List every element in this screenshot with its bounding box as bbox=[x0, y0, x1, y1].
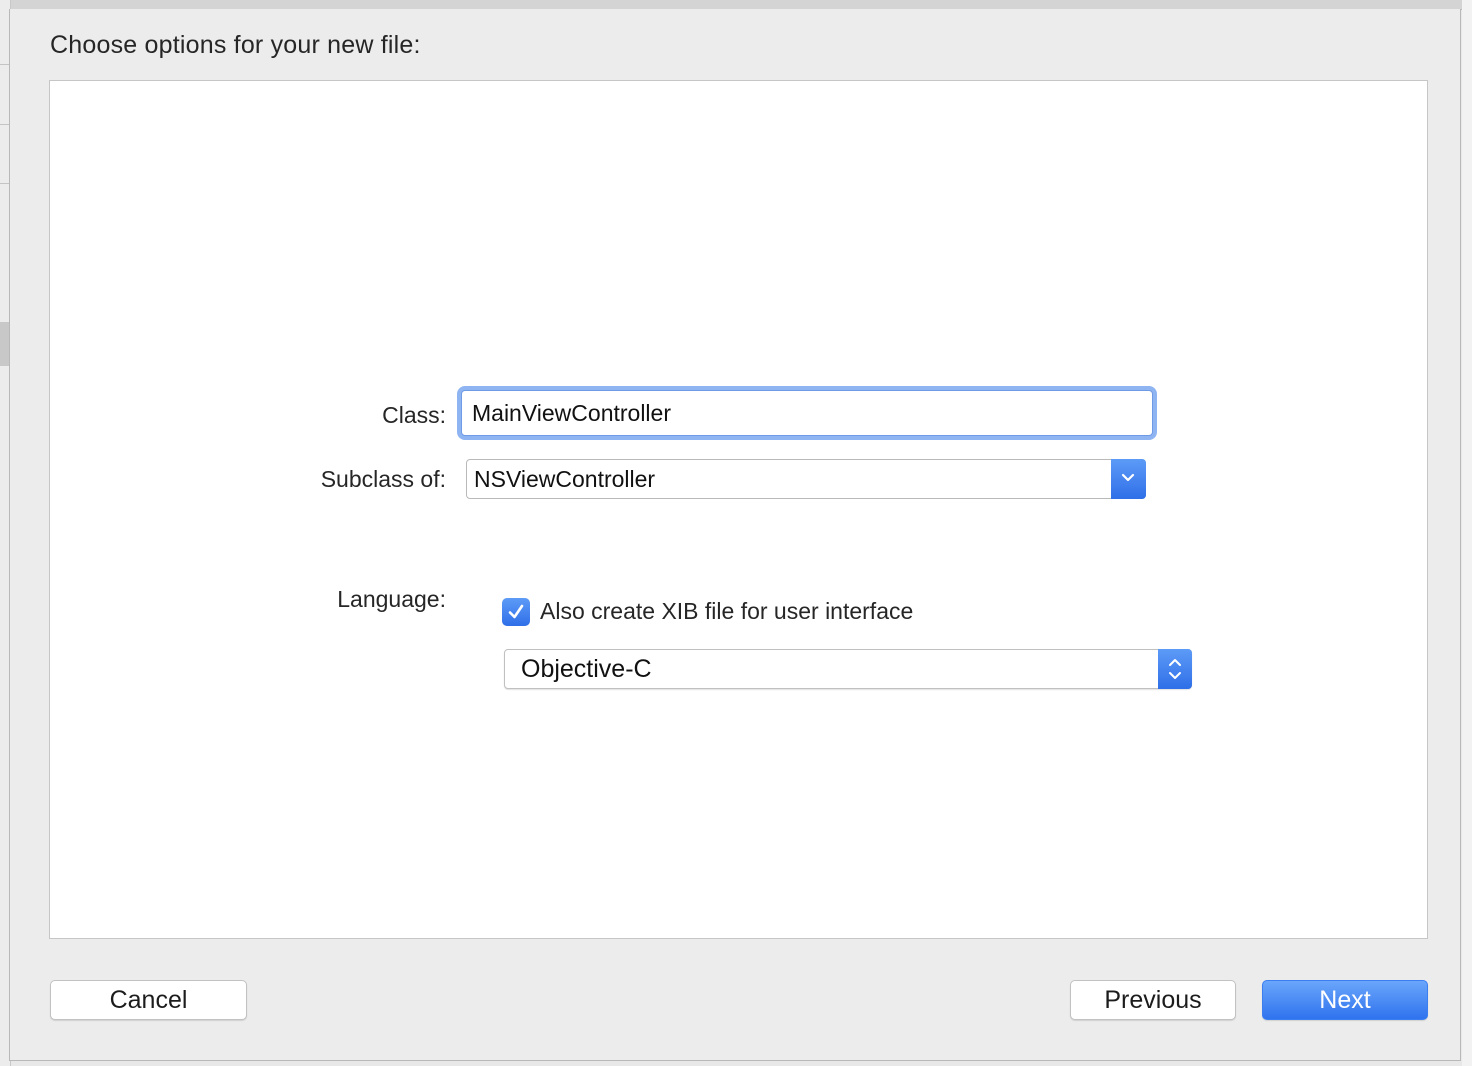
class-input[interactable] bbox=[462, 391, 1152, 435]
language-label: Language: bbox=[337, 586, 446, 612]
subclass-combo-box[interactable]: NSViewController bbox=[466, 459, 1146, 499]
options-panel: Class: Subclass of: NSViewController Als… bbox=[49, 80, 1428, 939]
language-popup-button[interactable] bbox=[1158, 649, 1192, 689]
language-popup[interactable]: Objective-C bbox=[504, 649, 1192, 689]
new-file-options-sheet: Choose options for your new file: Class:… bbox=[9, 9, 1461, 1061]
language-value[interactable]: Objective-C bbox=[521, 655, 652, 684]
chevron-down-icon bbox=[1121, 473, 1135, 482]
previous-button[interactable]: Previous bbox=[1070, 980, 1236, 1020]
cancel-button[interactable]: Cancel bbox=[50, 980, 247, 1020]
class-field[interactable] bbox=[461, 390, 1153, 436]
up-down-chevron-icon bbox=[1169, 659, 1181, 679]
background-selection bbox=[0, 322, 9, 366]
checkmark-icon bbox=[508, 604, 524, 619]
next-button[interactable]: Next bbox=[1262, 980, 1428, 1020]
xib-checkbox[interactable] bbox=[502, 598, 530, 626]
subclass-dropdown-button[interactable] bbox=[1111, 459, 1146, 499]
dialog-title: Choose options for your new file: bbox=[50, 31, 421, 59]
subclass-value[interactable]: NSViewController bbox=[474, 466, 655, 493]
background-right-pane bbox=[1462, 0, 1472, 1066]
xib-checkbox-label[interactable]: Also create XIB file for user interface bbox=[540, 598, 913, 625]
class-label: Class: bbox=[382, 402, 446, 428]
subclass-label: Subclass of: bbox=[320, 466, 446, 492]
